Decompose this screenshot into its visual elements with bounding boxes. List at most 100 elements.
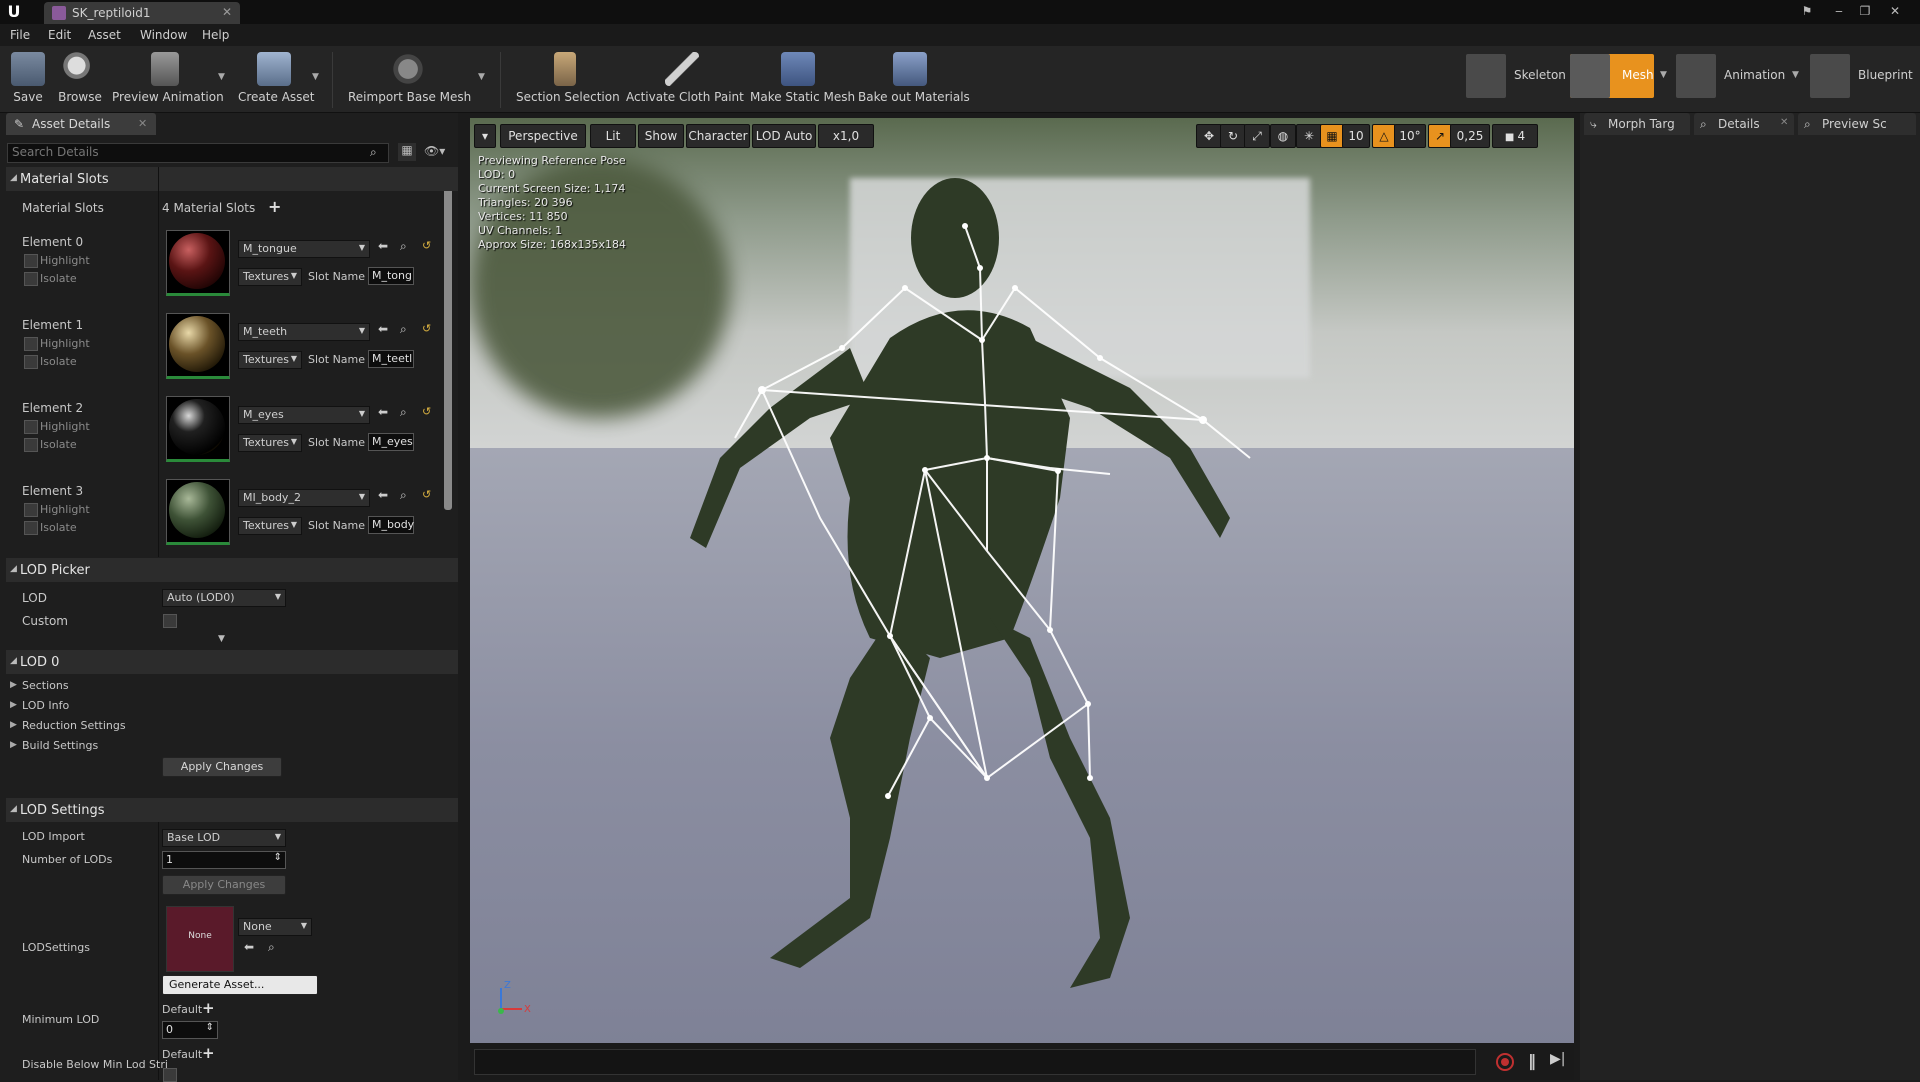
use-selected-arrow-icon[interactable]: ⬅ [378,488,388,502]
lodsettings-dropdown[interactable]: None ▼ [238,918,312,936]
playback-speed-button[interactable]: x1,0 [818,124,874,148]
save-button[interactable]: Save [8,50,48,110]
create-asset-dropdown-icon[interactable]: ▼ [312,72,319,82]
highlight-checkbox[interactable] [24,420,38,434]
browse-search-icon[interactable]: ⌕ [400,322,407,337]
pause-icon[interactable]: ‖ [1528,1051,1536,1070]
use-selected-arrow-icon[interactable]: ⬅ [378,239,388,253]
details-tab[interactable]: ⌕ Details ✕ [1694,113,1794,135]
reset-icon[interactable]: ↺ [422,322,431,335]
search-icon[interactable]: ⌕ [370,145,377,160]
animation-mode-dropdown-icon[interactable]: ▼ [1792,70,1799,80]
browse-search-icon[interactable]: ⌕ [268,940,275,955]
step-forward-icon[interactable]: ▶| [1550,1051,1565,1067]
preview-scene-tab[interactable]: ⌕ Preview Sc [1798,113,1916,135]
browse-search-icon[interactable]: ⌕ [400,239,407,254]
custom-checkbox[interactable] [163,614,177,628]
use-selected-arrow-icon[interactable]: ⬅ [244,940,254,954]
highlight-checkbox[interactable] [24,503,38,517]
expand-arrow-icon[interactable]: ▶ [10,720,17,730]
record-icon[interactable] [1496,1053,1514,1071]
minimize-button[interactable]: ‒ [1828,2,1850,20]
rotate-icon[interactable]: ↻ [1220,124,1246,148]
reset-icon[interactable]: ↺ [422,488,431,501]
material-thumbnail[interactable] [166,313,230,379]
close-tab-icon[interactable]: ✕ [138,117,147,130]
character-button[interactable]: Character [686,124,750,148]
apply-changes-button[interactable]: Apply Changes [162,757,282,777]
material-thumbnail[interactable] [166,396,230,462]
morph-target-preview-tab[interactable]: ⤷ Morph Targ [1584,113,1690,135]
add-material-slot-icon[interactable]: + [268,197,281,216]
scale-icon[interactable]: ⤢ [1244,124,1270,148]
lod-dropdown[interactable]: Auto (LOD0) ▼ [162,589,286,607]
close-tab-icon[interactable]: ✕ [1780,117,1788,128]
spinner-icon[interactable]: ⇕ [274,852,282,863]
expand-advanced-icon[interactable]: ▼ [218,634,225,644]
lod-settings-header[interactable]: ◢ LOD Settings [6,798,458,822]
lod-import-dropdown[interactable]: Base LOD ▼ [162,829,286,847]
minimum-lod-field[interactable]: 0 ⇕ [162,1021,218,1039]
browse-button[interactable]: Browse [56,50,104,110]
viewport-options-button[interactable]: ▾ [474,124,496,148]
menu-help[interactable]: Help [202,28,229,42]
section-selection-button[interactable]: Section Selection [516,50,620,110]
material-thumbnail[interactable] [166,479,230,545]
apply-changes-button[interactable]: Apply Changes [162,875,286,895]
use-selected-arrow-icon[interactable]: ⬅ [378,322,388,336]
browse-search-icon[interactable]: ⌕ [400,405,407,420]
reimport-dropdown-icon[interactable]: ▼ [478,72,485,82]
slot-name-field[interactable]: M_tong [368,267,414,285]
bake-out-materials-button[interactable]: Bake out Materials [858,50,970,110]
reset-icon[interactable]: ↺ [422,405,431,418]
menu-asset[interactable]: Asset [88,28,121,42]
timeline-scrubber[interactable] [474,1049,1476,1075]
spinner-icon[interactable]: ⇕ [206,1022,214,1033]
create-asset-button[interactable]: Create Asset [238,50,315,110]
menu-edit[interactable]: Edit [48,28,71,42]
reduction-settings-item[interactable]: Reduction Settings [22,719,126,732]
sections-item[interactable]: Sections [22,679,69,692]
textures-dropdown[interactable]: Textures ▼ [238,434,302,452]
grid-snap-value[interactable]: 10 [1342,124,1370,148]
highlight-checkbox[interactable] [24,337,38,351]
lit-button[interactable]: Lit [590,124,636,148]
build-settings-item[interactable]: Build Settings [22,739,98,752]
perspective-button[interactable]: Perspective [500,124,586,148]
isolate-checkbox[interactable] [24,272,38,286]
rotation-snap-value[interactable]: 10° [1394,124,1426,148]
isolate-checkbox[interactable] [24,521,38,535]
activate-cloth-paint-button[interactable]: Activate Cloth Paint [626,50,744,110]
material-selector-dropdown[interactable]: M_tongue ▼ [238,240,370,258]
menu-window[interactable]: Window [140,28,187,42]
material-slots-header[interactable]: ◢ Material Slots [6,167,458,191]
search-input[interactable] [8,144,356,160]
world-local-icon[interactable]: ◍ [1270,124,1296,148]
blueprint-mode-button[interactable]: Blueprint [1810,54,1916,98]
material-thumbnail[interactable] [166,230,230,296]
expand-arrow-icon[interactable]: ▶ [10,700,17,710]
expand-arrow-icon[interactable]: ▶ [10,680,17,690]
animation-mode-button[interactable]: Animation [1676,54,1786,98]
eye-visibility-icon[interactable]: 👁▾ [424,144,445,158]
textures-dropdown[interactable]: Textures ▼ [238,351,302,369]
material-selector-dropdown[interactable]: MI_body_2 ▼ [238,489,370,507]
surface-snapping-icon[interactable]: ✳ [1296,124,1322,148]
grid-snap-icon[interactable]: ▦ [1320,124,1344,148]
preview-animation-dropdown-icon[interactable]: ▼ [218,72,225,82]
translate-icon[interactable]: ✥ [1196,124,1222,148]
generate-asset-button[interactable]: Generate Asset... [162,975,318,995]
show-button[interactable]: Show [638,124,684,148]
lod-picker-header[interactable]: ◢ LOD Picker [6,558,458,582]
reimport-base-mesh-button[interactable]: Reimport Base Mesh [348,50,471,110]
camera-speed-button[interactable]: ■ 4 [1492,124,1538,148]
rotation-snap-icon[interactable]: △ [1372,124,1396,148]
close-tab-icon[interactable]: ✕ [222,5,232,19]
lod0-header[interactable]: ◢ LOD 0 [6,650,458,674]
viewport[interactable]: ▾ Perspective Lit Show Character LOD Aut… [470,118,1574,1043]
textures-dropdown[interactable]: Textures ▼ [238,517,302,535]
highlight-checkbox[interactable] [24,254,38,268]
use-selected-arrow-icon[interactable]: ⬅ [378,405,388,419]
material-selector-dropdown[interactable]: M_teeth ▼ [238,323,370,341]
slot-name-field[interactable]: M_eyes [368,433,414,451]
